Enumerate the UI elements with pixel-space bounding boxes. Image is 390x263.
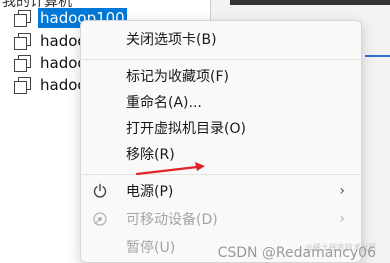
menu-item-remove[interactable]: 移除(R) [81,140,361,168]
menu-item-label: 暂停(U) [126,240,176,256]
vm-icon [14,10,31,27]
content-link-underline [365,55,390,57]
menu-item-label: 可移动设备(D) [126,212,218,228]
menu-item-label: 打开虚拟机目录(O) [126,121,246,137]
menu-item-label: 电源(P) [126,184,174,200]
menu-separator [82,59,360,60]
csdn-watermark: CSDN @Redamancy06 [217,245,376,261]
menu-item-open-vm-directory[interactable]: 打开虚拟机目录(O) [81,114,361,142]
menu-item-rename[interactable]: 重命名(A)... [81,88,361,116]
menu-separator [82,174,360,175]
vm-icon [14,77,31,94]
power-icon [91,182,109,200]
menu-item-label: 标记为收藏项(F) [126,69,229,85]
removable-device-icon [91,210,109,228]
menu-item-power[interactable]: 电源(P) › [81,177,361,205]
menu-item-close-tab[interactable]: 关闭选项卡(B) [81,25,361,53]
vm-icon [14,33,31,50]
chevron-right-icon: › [339,183,345,199]
vm-icon [14,55,31,72]
menu-item-mark-favorite[interactable]: 标记为收藏项(F) [81,62,361,90]
red-arrow-annotation [135,162,205,176]
chevron-right-icon: › [339,211,345,227]
content-toolbar-strip [230,0,390,5]
menu-item-removable-devices: 可移动设备(D) › [81,205,361,233]
menu-item-label: 重命名(A)... [126,95,202,111]
context-menu: 关闭选项卡(B) 标记为收藏项(F) 重命名(A)... 打开虚拟机目录(O) … [80,20,362,263]
menu-item-label: 关闭选项卡(B) [126,32,217,48]
